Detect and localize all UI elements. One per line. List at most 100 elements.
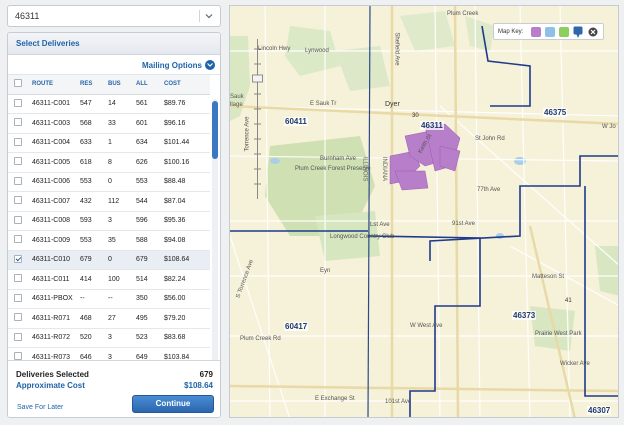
map-key-swatch-blue[interactable] [545, 27, 555, 37]
col-cost[interactable]: COST [162, 75, 210, 94]
zip-label[interactable]: 46311 [420, 121, 444, 130]
col-bus[interactable]: BUS [106, 75, 134, 94]
scrollbar-thumb[interactable] [212, 101, 218, 159]
panel-footer: Deliveries Selected 679 Approximate Cost… [8, 360, 220, 417]
map-label: llage [230, 102, 243, 108]
row-checkbox-cell [8, 269, 30, 290]
park-area [465, 16, 495, 51]
table-row[interactable]: 46311-C004 633 1 634 $101.44 [8, 133, 210, 153]
row-checkbox-cell [8, 113, 30, 134]
table-row[interactable]: 46311-C010 679 0 679 $108.64 [8, 250, 210, 270]
row-checkbox[interactable] [14, 254, 22, 263]
row-checkbox-cell [8, 230, 30, 251]
cell-cost: $101.44 [162, 133, 210, 153]
table-row[interactable]: 46311-C003 568 33 601 $96.16 [8, 113, 210, 134]
cell-res: 593 [78, 211, 106, 231]
cell-all: 523 [134, 328, 162, 348]
map-pin-icon[interactable] [573, 26, 583, 39]
selected-route-area [389, 123, 461, 191]
zip-code-value: 46311 [15, 11, 40, 21]
cell-bus: 0 [106, 172, 134, 192]
map-key-swatch-green[interactable] [559, 27, 569, 37]
cell-route: 46311-C006 [30, 172, 78, 192]
row-checkbox[interactable] [14, 176, 22, 185]
cell-all: 596 [134, 211, 162, 231]
map-label: Prairie West Park [535, 331, 582, 337]
lake [496, 233, 504, 239]
table-row[interactable]: 46311-C007 432 112 544 $87.04 [8, 191, 210, 212]
map-label: Matteson St [532, 274, 565, 280]
route-map[interactable]: Lincoln Hwy Lynwood Sauk llage E Sauk Tr… [229, 5, 619, 418]
cell-all: 679 [134, 250, 162, 270]
map-key-swatch-purple[interactable] [531, 27, 541, 37]
table-row[interactable]: 46311-C009 553 35 588 $94.08 [8, 230, 210, 251]
row-checkbox[interactable] [14, 98, 22, 107]
cell-res: 553 [78, 172, 106, 192]
table-row[interactable]: 46311-C006 553 0 553 $88.48 [8, 172, 210, 192]
row-checkbox[interactable] [14, 196, 22, 205]
cell-bus: 3 [106, 328, 134, 348]
cell-route: 46311-PBOX [30, 289, 78, 309]
row-checkbox[interactable] [14, 157, 22, 166]
park-area [230, 36, 250, 121]
cell-bus: 3 [106, 211, 134, 231]
select-all-checkbox[interactable] [14, 79, 22, 88]
row-checkbox[interactable] [14, 332, 22, 341]
zip-label[interactable]: 46307 [587, 406, 612, 415]
row-checkbox[interactable] [14, 235, 22, 244]
col-all[interactable]: ALL [134, 75, 162, 94]
select-divider [199, 10, 200, 22]
col-route[interactable]: ROUTE [30, 75, 78, 94]
map-label: St John Rd [475, 136, 505, 142]
row-checkbox-cell [8, 211, 30, 231]
cell-bus: 8 [106, 152, 134, 173]
zip-label[interactable]: 46373 [512, 311, 537, 320]
mailing-options-toggle[interactable]: Mailing Options [8, 55, 220, 75]
cell-bus: -- [106, 289, 134, 309]
approximate-cost-label: Approximate Cost [16, 381, 85, 390]
table-row[interactable]: 46311-C008 593 3 596 $95.36 [8, 211, 210, 231]
routes-table: ROUTE RES BUS ALL COST 46311-C001 547 14 56… [8, 75, 210, 368]
cell-route: 46311-C001 [30, 94, 78, 114]
deliveries-selected-label: Deliveries Selected [16, 370, 89, 379]
map-label: Burnham Ave [320, 156, 356, 162]
zoom-slider[interactable] [252, 39, 263, 199]
zip-code-select[interactable]: 46311 [7, 5, 221, 27]
cell-cost: $56.00 [162, 289, 210, 309]
zip-label[interactable]: 60411 [284, 117, 308, 126]
row-checkbox-cell [8, 191, 30, 212]
continue-button[interactable]: Continue [132, 395, 214, 413]
park-area [595, 246, 618, 296]
cell-bus: 100 [106, 269, 134, 290]
close-icon[interactable] [588, 27, 598, 37]
table-row[interactable]: 46311-C011 414 100 514 $82.24 [8, 269, 210, 290]
row-checkbox[interactable] [14, 313, 22, 322]
row-checkbox[interactable] [14, 118, 22, 127]
map-label: Lynwood [305, 48, 329, 54]
table-row[interactable]: 46311-C001 547 14 561 $89.76 [8, 94, 210, 114]
map-label: E Sauk Tr [310, 101, 337, 107]
zip-label[interactable]: 46375 [543, 108, 568, 117]
map-label: INDIANA [381, 156, 388, 182]
row-checkbox-cell [8, 133, 30, 153]
table-row[interactable]: 46311-PBOX -- -- 350 $56.00 [8, 289, 210, 309]
map-label: Plum Creek [447, 11, 479, 17]
map-label: 101st Ave [385, 399, 412, 405]
table-row[interactable]: 46311-R071 468 27 495 $79.20 [8, 308, 210, 329]
table-header-row: ROUTE RES BUS ALL COST [8, 75, 210, 94]
cell-all: 561 [134, 94, 162, 114]
row-checkbox[interactable] [14, 274, 22, 283]
cell-route: 46311-C005 [30, 152, 78, 173]
app-root: 46311 Select Deliveries Mailing Options … [0, 0, 624, 425]
cell-res: 414 [78, 269, 106, 290]
table-row[interactable]: 46311-C005 618 8 626 $100.16 [8, 152, 210, 173]
row-checkbox[interactable] [14, 293, 22, 302]
table-scrollbar[interactable] [212, 99, 218, 369]
row-checkbox[interactable] [14, 215, 22, 224]
col-res[interactable]: RES [78, 75, 106, 94]
row-checkbox[interactable] [14, 137, 22, 146]
cell-res: 468 [78, 308, 106, 329]
table-row[interactable]: 46311-R072 520 3 523 $83.68 [8, 328, 210, 348]
zip-label[interactable]: 60417 [284, 322, 309, 331]
save-for-later-link[interactable]: Save For Later [17, 404, 63, 411]
